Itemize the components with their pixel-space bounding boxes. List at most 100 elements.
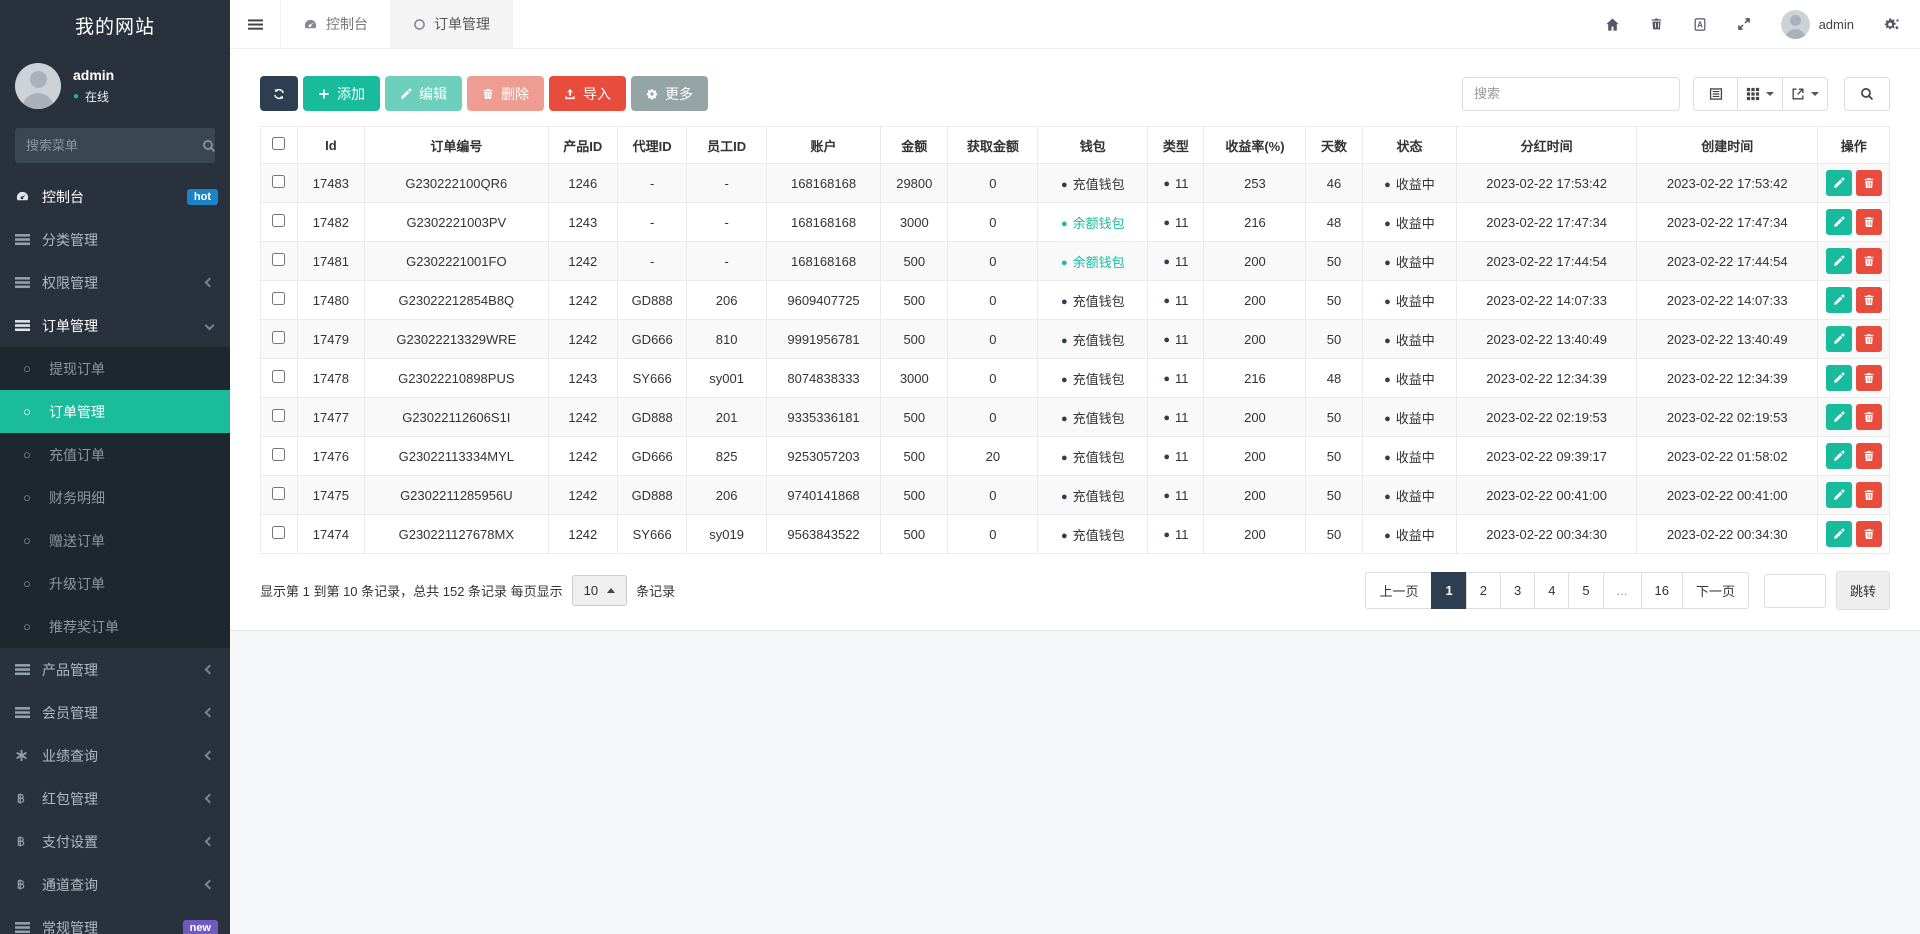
page-next-button[interactable]: 下一页: [1682, 572, 1749, 609]
settings-gears-icon[interactable]: [1884, 17, 1900, 31]
delete-row-button[interactable]: [1856, 404, 1882, 430]
page-jump-input[interactable]: [1764, 574, 1826, 608]
edit-row-button[interactable]: [1826, 404, 1852, 430]
search-submit-button[interactable]: [1844, 77, 1890, 111]
delete-row-button[interactable]: [1856, 482, 1882, 508]
row-checkbox[interactable]: [272, 214, 285, 227]
edit-row-button[interactable]: [1826, 209, 1852, 235]
row-checkbox[interactable]: [272, 526, 285, 539]
sidebar-item-permission[interactable]: 权限管理: [0, 261, 230, 304]
edit-row-button[interactable]: [1826, 326, 1852, 352]
edit-row-button[interactable]: [1826, 365, 1852, 391]
edit-row-button[interactable]: [1826, 287, 1852, 313]
sidebar-item-redpacket[interactable]: 红包管理: [0, 777, 230, 820]
page-button-3[interactable]: 3: [1500, 572, 1535, 609]
table-row: 17474G230221127678MX1242SY666sy019956384…: [261, 515, 1890, 554]
edit-button[interactable]: 编辑: [385, 76, 462, 111]
page-size-select[interactable]: 10: [572, 575, 627, 606]
user-menu[interactable]: admin: [1781, 10, 1854, 39]
delete-row-button[interactable]: [1856, 365, 1882, 391]
cell-order-no: G23022213329WRE: [365, 320, 549, 359]
delete-row-button[interactable]: [1856, 170, 1882, 196]
cell-order-no: G23022212854B8Q: [365, 281, 549, 320]
delete-row-button[interactable]: [1856, 248, 1882, 274]
edit-row-button[interactable]: [1826, 170, 1852, 196]
sidebar-item-general[interactable]: 常规管理new: [0, 906, 230, 934]
cell-id: 17477: [297, 398, 364, 437]
sidebar-subitem-referral[interactable]: ○推荐奖订单: [0, 605, 230, 648]
row-checkbox[interactable]: [272, 370, 285, 383]
delete-row-button[interactable]: [1856, 443, 1882, 469]
select-all-checkbox[interactable]: [272, 137, 285, 150]
page-prev-button[interactable]: 上一页: [1365, 572, 1432, 609]
edit-row-button[interactable]: [1826, 521, 1852, 547]
detail-view-button[interactable]: [1693, 77, 1738, 111]
sidebar-subitem-gift[interactable]: ○赠送订单: [0, 519, 230, 562]
page-button-2[interactable]: 2: [1466, 572, 1501, 609]
page-button-1[interactable]: 1: [1431, 572, 1466, 609]
edit-row-button[interactable]: [1826, 443, 1852, 469]
row-checkbox[interactable]: [272, 487, 285, 500]
fullscreen-icon[interactable]: [1737, 17, 1751, 31]
columns-button[interactable]: [1738, 77, 1783, 111]
add-button[interactable]: 添加: [303, 76, 380, 111]
tab-dashboard[interactable]: 控制台: [280, 0, 391, 48]
sidebar-item-order[interactable]: 订单管理: [0, 304, 230, 347]
row-checkbox[interactable]: [272, 175, 285, 188]
cell-agent-id: SY666: [617, 359, 686, 398]
sidebar-item-product[interactable]: 产品管理: [0, 648, 230, 691]
caret-up-icon: [607, 588, 615, 593]
sidebar-item-dashboard[interactable]: 控制台hot: [0, 175, 230, 218]
row-checkbox[interactable]: [272, 292, 285, 305]
delete-button[interactable]: 删除: [467, 76, 544, 111]
sidebar-search-input[interactable]: [26, 138, 202, 153]
delete-row-button[interactable]: [1856, 521, 1882, 547]
sidebar-item-performance[interactable]: 业绩查询: [0, 734, 230, 777]
page-jump-button[interactable]: 跳转: [1836, 571, 1890, 610]
delete-row-button[interactable]: [1856, 209, 1882, 235]
cell-account: 9991956781: [766, 320, 880, 359]
edit-row-button[interactable]: [1826, 248, 1852, 274]
table-search-input[interactable]: [1462, 77, 1680, 111]
refresh-button[interactable]: [260, 76, 298, 111]
tab-order-management[interactable]: 订单管理: [391, 0, 513, 48]
page-button-4[interactable]: 4: [1534, 572, 1569, 609]
sidebar-subitem-order[interactable]: ○订单管理: [0, 390, 230, 433]
sidebar-subitem-recharge[interactable]: ○充值订单: [0, 433, 230, 476]
row-checkbox[interactable]: [272, 409, 285, 422]
cell-select: [261, 242, 298, 281]
user-status: 在线: [85, 88, 109, 105]
circle-icon: ○: [23, 405, 49, 418]
row-checkbox[interactable]: [272, 448, 285, 461]
cell-days: 50: [1306, 398, 1362, 437]
sidebar-item-category[interactable]: 分类管理: [0, 218, 230, 261]
delete-row-button[interactable]: [1856, 287, 1882, 313]
export-button[interactable]: [1783, 77, 1828, 111]
wallet-dot-icon: ●: [1061, 530, 1068, 542]
sidebar-item-payment[interactable]: 支付设置: [0, 820, 230, 863]
cell-account: 168168168: [766, 164, 880, 203]
table-header-row: Id订单编号产品ID代理ID员工ID账户金额获取金额钱包类型收益率(%)天数状态…: [261, 127, 1890, 164]
page-button-16[interactable]: 16: [1641, 572, 1683, 609]
cell-product-id: 1242: [548, 515, 617, 554]
tab-label: 订单管理: [434, 14, 490, 34]
delete-row-button[interactable]: [1856, 326, 1882, 352]
language-icon[interactable]: A: [1693, 17, 1707, 32]
cell-select: [261, 437, 298, 476]
row-checkbox[interactable]: [272, 253, 285, 266]
sidebar-subitem-finance[interactable]: ○财务明细: [0, 476, 230, 519]
cell-type: ●11: [1148, 203, 1204, 242]
home-icon[interactable]: [1605, 17, 1620, 32]
chevron-down-icon: [205, 321, 215, 331]
import-button[interactable]: 导入: [549, 76, 626, 111]
sidebar-item-member[interactable]: 会员管理: [0, 691, 230, 734]
trash-icon[interactable]: [1650, 17, 1663, 31]
sidebar-toggle-button[interactable]: [230, 0, 280, 48]
page-button-5[interactable]: 5: [1568, 572, 1603, 609]
more-button[interactable]: 更多: [631, 76, 708, 111]
sidebar-subitem-upgrade[interactable]: ○升级订单: [0, 562, 230, 605]
row-checkbox[interactable]: [272, 331, 285, 344]
edit-row-button[interactable]: [1826, 482, 1852, 508]
sidebar-subitem-withdraw[interactable]: ○提现订单: [0, 347, 230, 390]
sidebar-item-channel[interactable]: 通道查询: [0, 863, 230, 906]
